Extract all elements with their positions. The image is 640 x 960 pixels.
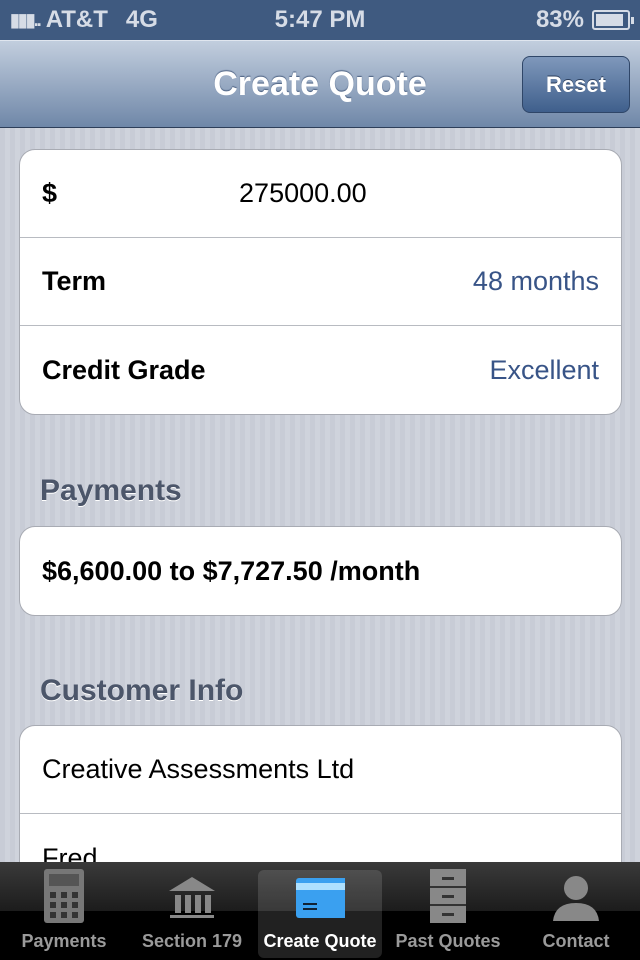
tab-create-quote[interactable]: Create Quote — [258, 870, 382, 958]
amount-input[interactable]: 275000.00 — [239, 178, 367, 209]
tab-label: Past Quotes — [395, 931, 501, 951]
payment-range: $6,600.00 to $7,727.50 /month — [42, 555, 421, 586]
payment-range-row: $6,600.00 to $7,727.50 /month — [20, 527, 621, 615]
bank-icon — [167, 870, 217, 925]
tab-past-quotes[interactable]: Past Quotes — [386, 867, 510, 958]
person-icon — [551, 870, 601, 925]
quote-form: $ 275000.00 Term 48 months Credit Grade … — [19, 149, 622, 415]
customer-info-header: Customer Info — [40, 674, 244, 707]
status-bar: ▮▮▮.. AT&T 4G 5:47 PM 83% — [0, 0, 640, 40]
clock: 5:47 PM — [274, 6, 366, 33]
tab-label: Payments — [21, 931, 107, 951]
term-label: Term — [42, 266, 107, 296]
reset-button[interactable]: Reset — [522, 56, 630, 113]
term-value[interactable]: 48 months — [473, 266, 599, 297]
page-title: Create Quote — [213, 64, 427, 103]
navigation-bar: Create Quote Reset — [0, 40, 640, 128]
credit-grade-label: Credit Grade — [42, 354, 206, 385]
tab-section-179[interactable]: Section 179 — [130, 870, 254, 958]
company-field[interactable]: Creative Assessments Ltd — [20, 726, 621, 814]
tab-label: Create Quote — [263, 931, 377, 951]
company-value[interactable]: Creative Assessments Ltd — [42, 754, 354, 785]
tab-contact[interactable]: Contact — [514, 870, 638, 958]
tab-label: Section 179 — [141, 931, 243, 951]
tab-label: Contact — [542, 931, 610, 951]
tab-bar: Payments Section 179 Create Quote Past Q… — [0, 862, 640, 960]
amount-row[interactable]: $ 275000.00 — [20, 150, 621, 238]
payments-group: $6,600.00 to $7,727.50 /month — [19, 526, 622, 616]
payments-header: Payments — [40, 474, 182, 507]
term-row[interactable]: Term 48 months — [20, 238, 621, 326]
battery-icon — [592, 10, 634, 30]
calculator-icon — [39, 867, 89, 925]
tab-payments[interactable]: Payments — [2, 867, 126, 958]
file-cabinet-icon — [423, 867, 473, 925]
credit-card-icon — [295, 870, 345, 925]
credit-grade-value[interactable]: Excellent — [489, 355, 599, 386]
currency-symbol: $ — [42, 178, 58, 208]
credit-grade-row[interactable]: Credit Grade Excellent — [20, 326, 621, 414]
